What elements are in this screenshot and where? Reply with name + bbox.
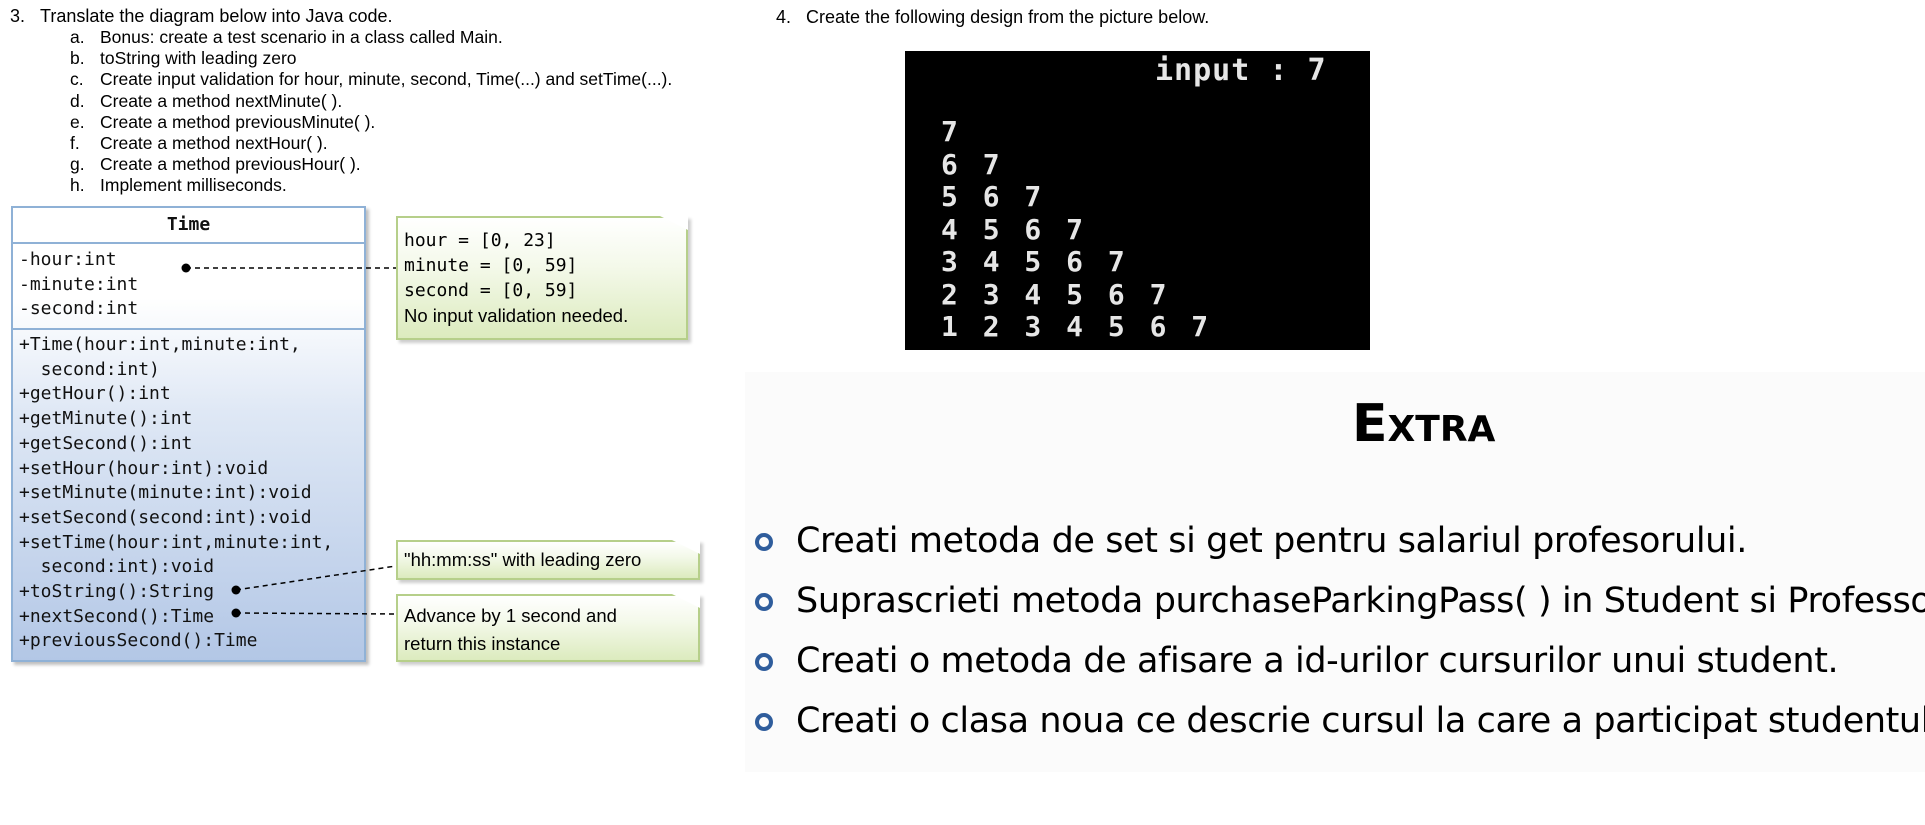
bullet-icon [755,653,773,671]
terminal-row: 1 2 3 4 5 6 7 [941,310,1213,343]
terminal-output: 7 6 7 5 6 7 4 5 6 7 3 4 5 6 7 2 3 4 5 6 … [941,115,1213,344]
list-item: Creati metoda de set si get pentru salar… [752,512,1925,572]
connector-dot [181,263,191,273]
bullet-text: Creati o metoda de afisare a id-urilor c… [796,641,1839,681]
terminal-row: 3 4 5 6 7 [941,245,1129,278]
connector-dot [231,585,241,595]
terminal-row: 4 5 6 7 [941,212,1088,246]
connector-dot [231,608,241,618]
terminal-input-line: input : 7 [1155,53,1327,88]
bullet-icon [755,713,773,731]
connector-line [235,565,397,591]
list-item: Creati o clasa noua ce descrie cursul la… [752,692,1925,752]
bullet-icon [755,593,773,611]
bullet-text: Suprascrieti metoda purchaseParkingPass(… [796,581,1925,621]
connector-line [235,612,397,615]
task4-number: 4. [776,7,792,27]
bullet-icon [755,533,773,551]
list-item: Creati o metoda de afisare a id-urilor c… [752,632,1925,692]
task4-heading: 4. Create the following design from the p… [776,7,1209,28]
terminal-row: 5 6 7 [941,180,1046,213]
bullet-text: Creati metoda de set si get pentru salar… [796,521,1747,561]
task4-title: Create the following design from the pic… [806,7,1210,27]
terminal-row: 6 7 [941,147,1004,181]
terminal-row: 2 3 4 5 6 7 [941,277,1171,311]
bullet-text: Creati o clasa noua ce descrie cursul la… [796,701,1925,741]
terminal-row: 7 [941,115,962,148]
extra-bullets: Creati metoda de set si get pentru salar… [752,512,1925,752]
extra-title: Extra [1352,394,1496,454]
terminal-screenshot: input : 7 7 6 7 5 6 7 4 5 6 7 3 4 5 6 7 … [905,51,1370,350]
list-item: Suprascrieti metoda purchaseParkingPass(… [752,572,1925,632]
